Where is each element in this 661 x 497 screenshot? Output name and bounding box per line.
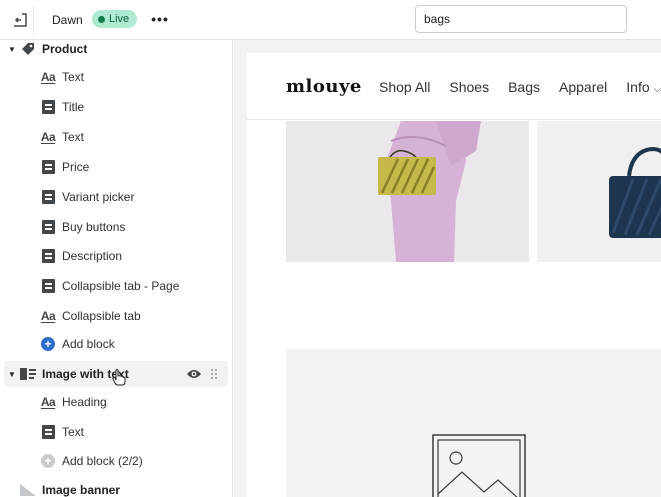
add-block-label: Add block (2/2) [62,454,143,468]
doc-icon [40,278,56,294]
text-icon: Aa [40,130,56,144]
doc-icon [40,99,56,115]
block-item[interactable]: Aa Collapsible tab [0,303,232,329]
more-actions-button[interactable]: ••• [151,9,169,29]
block-item[interactable]: Buy buttons [0,214,232,240]
section-label: Product [42,42,88,56]
block-item[interactable]: Aa Heading [0,389,232,415]
sidebar-section-tree: ▼ Product Aa Text Title Aa Text Price Va… [0,40,233,497]
block-item[interactable]: Description [0,243,232,269]
block-label: Text [62,130,85,144]
caret-down-icon[interactable]: ▼ [8,45,16,54]
live-dot-icon [98,15,105,23]
live-badge-label: Live [109,13,130,25]
product-image-navy-bag[interactable] [537,121,661,262]
block-label: Buy buttons [62,220,126,234]
block-label: Text [62,425,85,439]
tag-icon [20,41,36,57]
theme-preview: mlouye Shop All Shoes Bags Apparel Info ⌵ [234,40,661,497]
block-item[interactable]: Aa Text [0,64,232,90]
block-label: Heading [62,395,107,409]
text-icon: Aa [40,309,56,323]
editor-topbar: Dawn Live ••• bags [0,0,661,40]
nav-link-apparel[interactable]: Apparel [559,79,607,95]
store-header: mlouye Shop All Shoes Bags Apparel Info ⌵ [247,53,661,120]
add-block-label: Add block [62,337,115,351]
block-label: Collapsible tab - Page [62,279,180,293]
navy-bag-illustration [537,121,661,262]
block-label: Description [62,249,123,263]
eye-icon[interactable] [186,367,202,381]
exit-editor-button[interactable] [6,6,34,34]
nav-link-shoes[interactable]: Shoes [449,79,489,95]
hand-cursor-icon [112,369,126,386]
theme-name: Dawn [52,13,83,27]
block-item[interactable]: Price [0,154,232,180]
chevron-down-icon: ⌵ [653,84,661,95]
caret-down-icon[interactable]: ▼ [8,370,16,379]
block-label: Price [62,160,90,174]
block-label: Variant picker [62,190,135,204]
store-logo[interactable]: mlouye [286,76,362,97]
block-label: Collapsible tab [62,309,141,323]
exit-icon [13,13,27,27]
plus-circle-icon: + [40,336,56,352]
section-label: Image banner [42,483,121,497]
section-image-banner[interactable]: Image banner [0,477,232,497]
store-nav: Shop All Shoes Bags Apparel Info ⌵ [379,79,661,95]
doc-icon [40,189,56,205]
text-icon: Aa [40,70,56,84]
image-with-text-icon [20,366,36,382]
model-with-bag-illustration [286,121,529,262]
section-product[interactable]: ▼ Product [0,40,232,62]
image-banner-icon [20,482,36,497]
doc-icon [40,159,56,175]
add-block-button-disabled: + Add block (2/2) [0,448,232,474]
nav-link-info-label: Info [626,79,650,95]
storefront-page: mlouye Shop All Shoes Bags Apparel Info ⌵ [247,53,661,497]
block-label: Text [62,70,85,84]
doc-icon [40,248,56,264]
image-with-text-placeholder[interactable] [286,349,661,497]
search-input[interactable]: bags [415,5,627,33]
block-item[interactable]: Collapsible tab - Page [0,273,232,299]
text-icon: Aa [40,395,56,409]
plus-circle-icon: + [40,453,56,469]
doc-icon [40,424,56,440]
block-item[interactable]: Aa Text [0,124,232,150]
product-image-yellow-bag[interactable] [286,121,529,262]
drag-handle-icon[interactable] [210,368,218,380]
nav-link-info[interactable]: Info ⌵ [626,79,661,95]
block-item[interactable]: Text [0,419,232,445]
live-status-badge: Live [92,10,138,28]
block-item[interactable]: Variant picker [0,184,232,210]
section-image-with-text[interactable]: ▼ Image with text [4,361,228,387]
add-block-button[interactable]: + Add block [0,331,232,357]
block-item[interactable]: Title [0,94,232,120]
nav-link-shop-all[interactable]: Shop All [379,79,430,95]
block-label: Title [62,100,85,114]
nav-link-bags[interactable]: Bags [508,79,540,95]
doc-icon [40,219,56,235]
image-placeholder-icon [432,434,526,497]
